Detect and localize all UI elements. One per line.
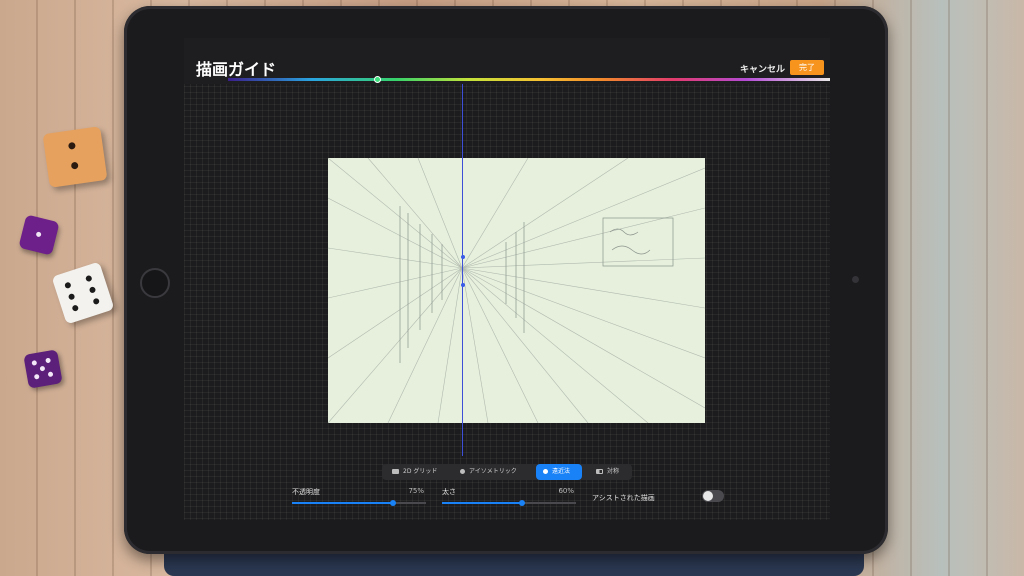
die-pip (71, 304, 80, 312)
die-pip (67, 141, 76, 150)
camera-icon (852, 276, 859, 283)
drawing-canvas[interactable] (328, 158, 705, 423)
white-die (51, 261, 115, 325)
tab-label: 対称 (607, 468, 620, 475)
assisted-drawing-label: アシストされた描画 (592, 494, 655, 502)
perspective-guide-line (462, 84, 463, 456)
die-pip (31, 360, 38, 366)
die-pip (92, 297, 100, 306)
die-pip (35, 231, 42, 238)
thickness-value: 60% (558, 487, 574, 495)
thickness-slider-fill (442, 502, 522, 504)
purple-die (23, 349, 63, 389)
tab-perspective[interactable]: 遠近法 (536, 464, 582, 480)
thickness-slider[interactable] (442, 500, 576, 506)
die-pip (64, 281, 72, 290)
vanishing-point-handle[interactable] (461, 283, 465, 287)
isometric-icon (460, 469, 465, 474)
opacity-slider-fill (292, 502, 393, 504)
die-pip (67, 292, 76, 301)
die-pip (47, 371, 54, 378)
assisted-drawing-toggle[interactable] (702, 490, 724, 502)
grid-icon (392, 469, 399, 474)
die-pip (33, 373, 40, 380)
opacity-label: 不透明度 (292, 488, 320, 496)
purple-die-small (18, 214, 60, 256)
color-slider-handle[interactable] (374, 76, 381, 83)
drawing-guide-screen: 描画ガイド キャンセル 完了 2D グリッド アイソメトリック 遠近法 対称 不… (184, 38, 830, 520)
guide-color-slider[interactable] (228, 78, 830, 81)
die-pip (70, 161, 79, 170)
tab-label: アイソメトリック (469, 468, 517, 475)
tab-label: 2D グリッド (403, 468, 438, 475)
tab-label: 遠近法 (552, 468, 571, 475)
home-button[interactable] (140, 268, 170, 298)
perspective-icon (543, 469, 548, 474)
guide-mode-tabs: 2D グリッド アイソメトリック 遠近法 対称 (382, 464, 632, 480)
symmetry-icon (596, 469, 603, 474)
opacity-value: 75% (408, 487, 424, 495)
thickness-slider-knob[interactable] (519, 500, 525, 506)
opacity-slider-knob[interactable] (390, 500, 396, 506)
die-pip (45, 357, 51, 364)
thickness-label: 太さ (442, 488, 456, 496)
vanishing-point-handle[interactable] (461, 255, 465, 259)
die-pip (39, 365, 46, 372)
cancel-button[interactable]: キャンセル (740, 62, 785, 75)
page-title: 描画ガイド (196, 60, 277, 79)
die-pip (85, 274, 93, 283)
perspective-sketch (328, 158, 705, 423)
die-pip (88, 286, 97, 294)
orange-die (42, 126, 108, 188)
tab-symmetry[interactable]: 対称 (596, 464, 619, 480)
tab-isometric[interactable]: アイソメトリック (460, 464, 517, 480)
opacity-slider[interactable] (292, 500, 426, 506)
tab-2d-grid[interactable]: 2D グリッド (392, 464, 437, 480)
toggle-knob (703, 491, 713, 501)
done-button[interactable]: 完了 (790, 60, 824, 75)
